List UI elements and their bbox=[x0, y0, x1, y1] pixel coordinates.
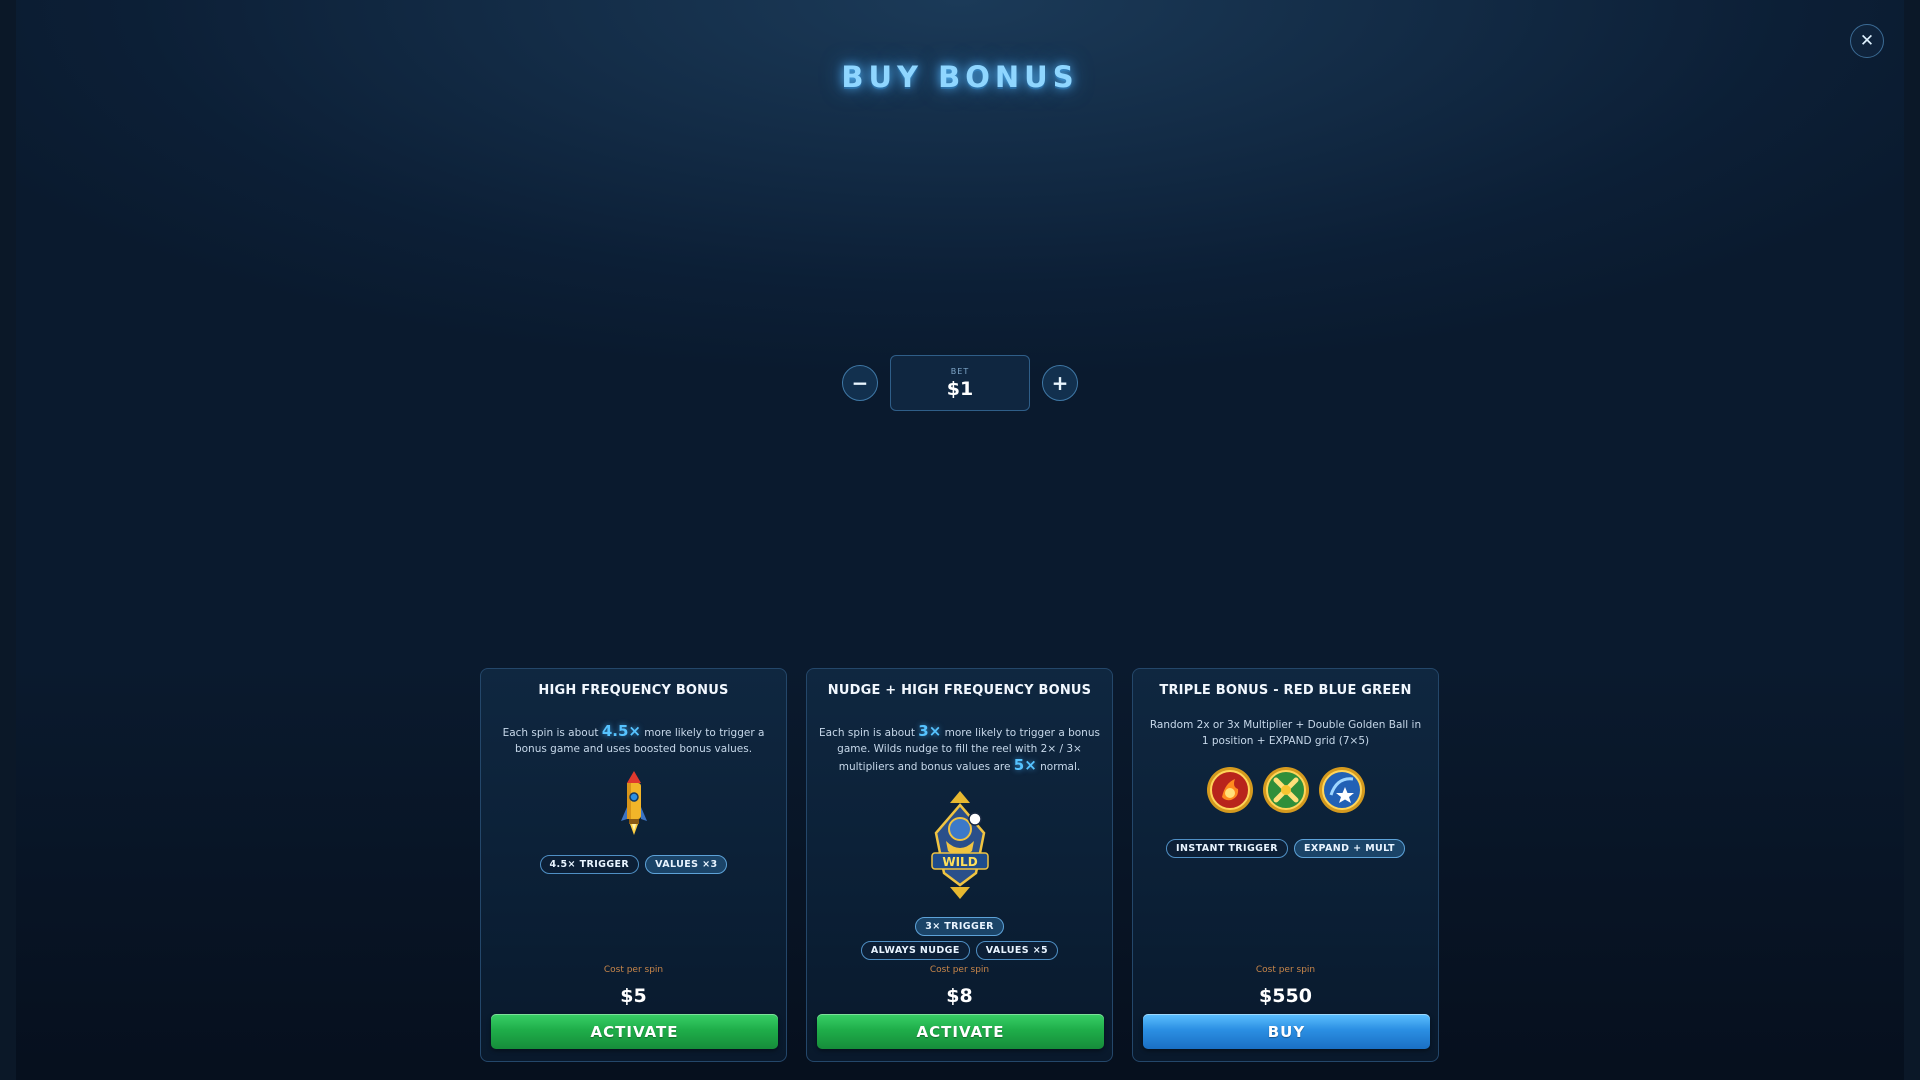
minus-icon: − bbox=[851, 371, 869, 395]
card-description: Each spin is about 3× more likely to tri… bbox=[819, 722, 1100, 774]
tag-list: INSTANT TRIGGER EXPAND + MULT bbox=[1133, 839, 1438, 858]
bet-selector: − BET $1 + bbox=[0, 355, 1920, 411]
right-edge bbox=[1904, 0, 1920, 1080]
left-edge bbox=[0, 0, 16, 1080]
card-description: Random 2x or 3x Multiplier + Double Gold… bbox=[1149, 719, 1422, 747]
tag-list: 3× TRIGGER ALWAYS NUDGE VALUES ×5 bbox=[807, 917, 1112, 960]
plus-icon: + bbox=[1051, 371, 1069, 395]
tag: EXPAND + MULT bbox=[1293, 839, 1405, 858]
tag: VALUES ×5 bbox=[975, 941, 1059, 960]
increase-bet-button[interactable]: + bbox=[1042, 365, 1078, 401]
cost-label: Cost per spin bbox=[929, 965, 990, 975]
card-description: Each spin is about 4.5× more likely to t… bbox=[502, 722, 765, 755]
cost-value: $550 bbox=[1259, 985, 1312, 1007]
close-button[interactable]: ✕ bbox=[1850, 24, 1884, 58]
activate-button[interactable]: ACTIVATE bbox=[491, 1014, 778, 1049]
wild-label: WILD bbox=[942, 855, 977, 869]
bet-label: BET bbox=[950, 366, 970, 376]
cost-value: $5 bbox=[620, 985, 647, 1007]
tag-list: 4.5× TRIGGER VALUES ×3 bbox=[481, 855, 786, 874]
buy-button[interactable]: BUY bbox=[1143, 1014, 1430, 1049]
tag: INSTANT TRIGGER bbox=[1166, 839, 1288, 858]
card-title: NUDGE + HIGH FREQUENCY BONUS bbox=[827, 683, 1092, 698]
tag: 3× TRIGGER bbox=[915, 917, 1004, 936]
wild-symbol-icon: WILD bbox=[930, 791, 989, 899]
rocket-icon bbox=[620, 771, 647, 835]
tag: VALUES ×3 bbox=[645, 855, 728, 874]
activate-button[interactable]: ACTIVATE bbox=[817, 1014, 1104, 1049]
tag: 4.5× TRIGGER bbox=[539, 855, 640, 874]
bonus-card-high-frequency: HIGH FREQUENCY BONUS Each spin is about … bbox=[480, 668, 787, 1062]
blue-star-coin-icon bbox=[1318, 767, 1365, 813]
card-title: HIGH FREQUENCY BONUS bbox=[538, 683, 729, 698]
bonus-card-triple: TRIPLE BONUS - RED BLUE GREEN Random 2x … bbox=[1132, 668, 1439, 1062]
cost-value: $8 bbox=[946, 985, 973, 1007]
bet-value: $1 bbox=[946, 377, 974, 400]
page-title: BUY BONUS bbox=[841, 60, 1079, 94]
green-cross-coin-icon bbox=[1262, 767, 1309, 813]
bonus-card-nudge-high-frequency: NUDGE + HIGH FREQUENCY BONUS Each spin i… bbox=[806, 668, 1113, 1062]
red-fireball-coin-icon bbox=[1206, 767, 1253, 813]
tag: ALWAYS NUDGE bbox=[860, 941, 970, 960]
decrease-bet-button[interactable]: − bbox=[842, 365, 878, 401]
bonus-cards: HIGH FREQUENCY BONUS Each spin is about … bbox=[480, 668, 1440, 1064]
cost-label: Cost per spin bbox=[1255, 965, 1316, 975]
card-title: TRIPLE BONUS - RED BLUE GREEN bbox=[1159, 683, 1412, 698]
close-icon: ✕ bbox=[1859, 31, 1875, 51]
bet-display: BET $1 bbox=[890, 355, 1030, 411]
cost-label: Cost per spin bbox=[603, 965, 664, 975]
